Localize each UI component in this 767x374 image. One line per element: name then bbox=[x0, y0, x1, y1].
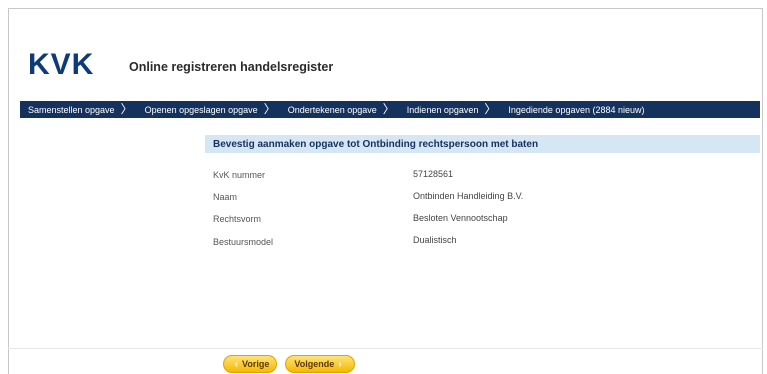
field-value-rechtsvorm: Besloten Vennootschap bbox=[413, 213, 508, 223]
nav-item-label: Ingediende opgaven (2884 nieuw) bbox=[508, 104, 645, 115]
chevron-right-icon: 〉 bbox=[120, 102, 133, 116]
main-navigation: Samenstellen opgave 〉 Openen opgeslagen … bbox=[20, 101, 760, 118]
nav-item-ondertekenen[interactable]: Ondertekenen opgave 〉 bbox=[280, 101, 399, 118]
field-label-rechtsvorm: Rechtsvorm bbox=[213, 214, 262, 224]
app-title: Online registreren handelsregister bbox=[129, 60, 334, 74]
field-value-kvk-nummer: 57128561 bbox=[413, 169, 454, 179]
field-value-bestuursmodel: Dualistisch bbox=[413, 235, 457, 245]
next-button-label: Volgende bbox=[294, 359, 335, 369]
page-frame bbox=[8, 8, 763, 374]
footer-divider bbox=[8, 348, 763, 349]
panel-title-bar: Bevestig aanmaken opgave tot Ontbinding … bbox=[205, 135, 760, 153]
chevron-right-icon: 〉 bbox=[382, 102, 395, 116]
nav-item-samenstellen[interactable]: Samenstellen opgave 〉 bbox=[20, 101, 137, 118]
nav-item-openen[interactable]: Openen opgeslagen opgave 〉 bbox=[137, 101, 280, 118]
nav-item-label: Samenstellen opgave bbox=[28, 104, 115, 115]
nav-item-label: Ondertekenen opgave bbox=[287, 104, 377, 115]
chevron-right-icon: 〉 bbox=[484, 102, 497, 116]
nav-item-label: Openen opgeslagen opgave bbox=[144, 104, 258, 115]
field-label-bestuursmodel: Bestuursmodel bbox=[213, 237, 274, 247]
nav-item-ingediend[interactable]: Ingediende opgaven (2884 nieuw) bbox=[500, 101, 648, 118]
nav-item-indienen[interactable]: Indienen opgaven 〉 bbox=[399, 101, 501, 118]
panel-title: Bevestig aanmaken opgave tot Ontbinding … bbox=[213, 138, 539, 150]
field-label-kvk-nummer: KvK nummer bbox=[213, 170, 266, 180]
next-button[interactable]: Volgende › bbox=[285, 355, 355, 373]
chevron-left-icon: ‹ bbox=[234, 358, 238, 370]
prev-button-label: Vorige bbox=[242, 359, 270, 369]
kvk-logo: KVK bbox=[28, 48, 95, 81]
prev-button[interactable]: ‹ Vorige bbox=[223, 355, 277, 373]
field-label-naam: Naam bbox=[213, 192, 238, 202]
chevron-right-icon: › bbox=[338, 358, 342, 370]
chevron-right-icon: 〉 bbox=[263, 102, 276, 116]
nav-item-label: Indienen opgaven bbox=[406, 104, 479, 115]
field-value-naam: Ontbinden Handleiding B.V. bbox=[413, 191, 524, 201]
